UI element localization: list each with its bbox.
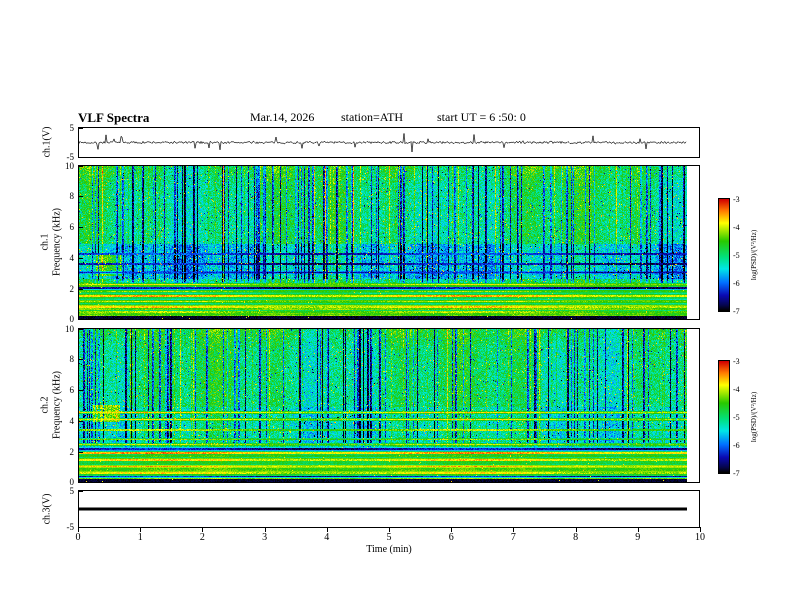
colorbar-tick-label: -6: [733, 279, 740, 288]
y-tick-mark: [79, 527, 83, 528]
ch1-waveform-panel: [78, 127, 700, 158]
start-ut-label: start UT = 6 :50: 0: [437, 110, 526, 124]
vlf-spectra-figure: VLF Spectra Mar.14, 2026 station=ATH sta…: [0, 0, 792, 612]
colorbar-ch1-canvas: [719, 199, 729, 311]
colorbar-tick-label: -3: [733, 357, 740, 366]
y-tick-mark: [79, 258, 83, 259]
colorbar-tick-label: -7: [733, 469, 740, 478]
x-tick-label: 4: [324, 532, 330, 543]
x-tick-label: 5: [386, 532, 392, 543]
ch2-spectrogram-y-tick-label: 4: [69, 416, 75, 426]
y-tick-mark: [79, 157, 83, 158]
colorbar-ch1: [718, 198, 730, 312]
colorbar-tick-label: -7: [733, 307, 740, 316]
x-tick-label: 6: [448, 532, 454, 543]
x-tick-label: 10: [695, 532, 705, 543]
colorbar-tick-label: -3: [733, 195, 740, 204]
x-tick-label: 9: [635, 532, 641, 543]
ch1-waveform-canvas: [79, 128, 699, 157]
colorbar-tick-label: -4: [733, 385, 740, 394]
y-tick-mark: [79, 227, 83, 228]
colorbar-ch2: [718, 360, 730, 474]
colorbar-ch1-label: log(PSD)/(V²/Hz): [750, 229, 758, 281]
colorbar-tick-label: -5: [733, 413, 740, 422]
ch2-spectrogram-panel: [78, 328, 700, 483]
ch2-frequency-axis-label: Frequency (kHz): [51, 370, 63, 440]
ch1-spectrogram-y-tick-label: 4: [69, 253, 75, 263]
ch2-spectrogram-y-tick-label: 6: [69, 385, 75, 395]
date-label: Mar.14, 2026: [250, 110, 315, 124]
x-tick-label: 7: [510, 532, 516, 543]
x-tick-label: 1: [137, 532, 143, 543]
ch1-spectrogram-panel: [78, 165, 700, 320]
ch2-spectrogram-y-tick-label: 10: [65, 324, 74, 334]
x-axis-title: Time (min): [366, 544, 412, 555]
colorbar-tick-label: -4: [733, 223, 740, 232]
colorbar-tick-label: -6: [733, 441, 740, 450]
x-tick-label: 0: [75, 532, 81, 543]
ch3-waveform-y-tick-label: 5: [69, 486, 75, 496]
y-tick-mark: [79, 482, 83, 483]
colorbar-ch2-canvas: [719, 361, 729, 473]
ch2-spectrogram-channel-label: ch.2: [39, 396, 51, 414]
ch2-spectrogram-canvas: [79, 329, 699, 482]
ch1-spectrogram-canvas: [79, 166, 699, 319]
ch1-spectrogram-y-tick-label: 8: [69, 191, 75, 201]
figure-title: VLF Spectra: [78, 110, 150, 125]
y-tick-mark: [79, 196, 83, 197]
ch1-waveform-y-tick-label: 5: [69, 123, 75, 133]
ch2-spectrogram-y-tick-label: 8: [69, 354, 75, 364]
y-tick-mark: [79, 289, 83, 290]
ch3-waveform-y-tick-label: -5: [66, 522, 75, 532]
ch3-waveform-canvas: [79, 491, 699, 527]
colorbar-tick-label: -5: [733, 251, 740, 260]
x-tick-label: 2: [199, 532, 205, 543]
ch1-spectrogram-y-tick-label: 0: [69, 314, 75, 324]
ch3-waveform-panel: [78, 490, 700, 528]
y-tick-mark: [79, 390, 83, 391]
station-label: station=ATH: [341, 110, 404, 124]
colorbar-ch2-label: log(PSD)/(V²/Hz): [750, 391, 758, 443]
ch1-spectrogram-channel-label: ch.1: [39, 233, 51, 251]
y-tick-mark: [79, 329, 83, 330]
ch1-frequency-axis-label: Frequency (kHz): [51, 207, 63, 277]
y-tick-mark: [79, 128, 83, 129]
y-tick-mark: [79, 359, 83, 360]
ch2-spectrogram-y-tick-label: 2: [69, 447, 75, 457]
ch1-spectrogram-y-tick-label: 10: [65, 161, 74, 171]
x-tick-label: 3: [262, 532, 268, 543]
ch1-spectrogram-y-tick-label: 6: [69, 222, 75, 232]
y-tick-mark: [79, 421, 83, 422]
y-tick-mark: [79, 491, 83, 492]
ch3-waveform-ylabel: ch.3(V): [41, 493, 53, 525]
y-tick-mark: [79, 452, 83, 453]
y-tick-mark: [79, 166, 83, 167]
y-tick-mark: [79, 319, 83, 320]
x-tick-label: 8: [573, 532, 579, 543]
ch1-spectrogram-y-tick-label: 2: [69, 284, 75, 294]
